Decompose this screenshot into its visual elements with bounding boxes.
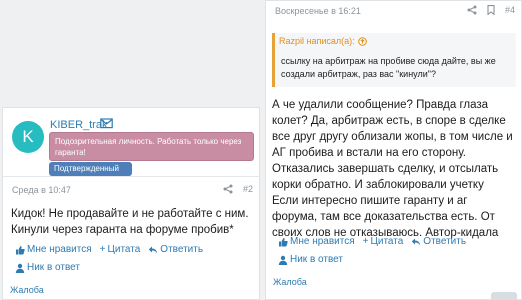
like-label: Мне нравится (27, 244, 92, 255)
quote-button[interactable]: + Цитата (363, 236, 404, 247)
avatar[interactable]: K (12, 121, 44, 153)
post-meta: Среда в 10:47 #2 (3, 183, 259, 199)
reply-button[interactable]: Ответить (411, 236, 466, 247)
quote-text: ссылку на арбитраж на пробиве сюда дайте… (281, 56, 496, 79)
post-actions: Мне нравится + Цитата Ответить (15, 244, 203, 255)
verified-badge: Подтвержденный (49, 162, 132, 176)
arrow-up-circle-icon[interactable] (357, 36, 367, 46)
person-icon (278, 255, 288, 265)
mention-button[interactable]: Ник в ответ (278, 254, 343, 265)
reply-label: Ответить (160, 244, 204, 255)
thumbs-up-icon (279, 237, 288, 246)
scroll-to-top-button[interactable] (491, 292, 517, 300)
post-4: Воскресенье в 16:21 #4 Razpil написал(а)… (265, 0, 522, 300)
post-message: А че удалили сообщение? Правда глаза кол… (272, 99, 513, 239)
mention-label: Ник в ответ (27, 262, 80, 273)
post-message: Кидок! Не продавайте и не работайте с ни… (11, 208, 249, 236)
plus-icon: + (99, 244, 106, 255)
post-actions-row2: Ник в ответ (15, 262, 80, 273)
thumbs-up-icon (16, 245, 25, 254)
quote-label: Цитата (107, 244, 141, 255)
reply-label: Ответить (423, 236, 467, 247)
like-button[interactable]: Мне нравится (278, 236, 355, 247)
post-actions: Мне нравится + Цитата Ответить (278, 236, 466, 247)
post-2: K KIBER_trak Подозрительная личность. Ра… (2, 107, 260, 300)
username-link[interactable]: KIBER_trak (50, 119, 107, 131)
user-title-badge: Подозрительная личность. Работать только… (49, 132, 254, 161)
like-label: Мне нравится (290, 236, 355, 247)
envelope-icon[interactable] (100, 118, 113, 129)
post-meta: Воскресенье в 16:21 #4 (266, 4, 521, 20)
user-info: K KIBER_trak Подозрительная личность. Ра… (3, 108, 259, 177)
quote-button[interactable]: + Цитата (100, 244, 141, 255)
post-actions-row2: Ник в ответ (278, 254, 343, 265)
mention-button[interactable]: Ник в ответ (15, 262, 80, 273)
share-icon[interactable] (467, 5, 477, 15)
quote-block: Razpil написал(а): ссылку на арбитраж на… (272, 33, 516, 87)
plus-icon: + (362, 236, 369, 247)
reply-arrow-icon (412, 238, 421, 245)
post-date[interactable]: Среда в 10:47 (12, 185, 71, 195)
post-date[interactable]: Воскресенье в 16:21 (275, 6, 361, 16)
post-number[interactable]: #4 (505, 5, 515, 15)
mention-label: Ник в ответ (290, 254, 343, 265)
report-link[interactable]: Жалоба (273, 277, 307, 287)
report-link[interactable]: Жалоба (10, 285, 44, 295)
person-icon (15, 263, 25, 273)
quote-label: Цитата (370, 236, 404, 247)
like-button[interactable]: Мне нравится (15, 244, 92, 255)
share-icon[interactable] (223, 184, 233, 194)
post-number[interactable]: #2 (243, 184, 253, 194)
quote-header[interactable]: Razpil написал(а): (279, 36, 367, 46)
reply-arrow-icon (149, 246, 158, 253)
reply-button[interactable]: Ответить (148, 244, 203, 255)
quote-author: Razpil написал(а): (279, 36, 355, 46)
bookmark-icon[interactable] (487, 5, 495, 15)
